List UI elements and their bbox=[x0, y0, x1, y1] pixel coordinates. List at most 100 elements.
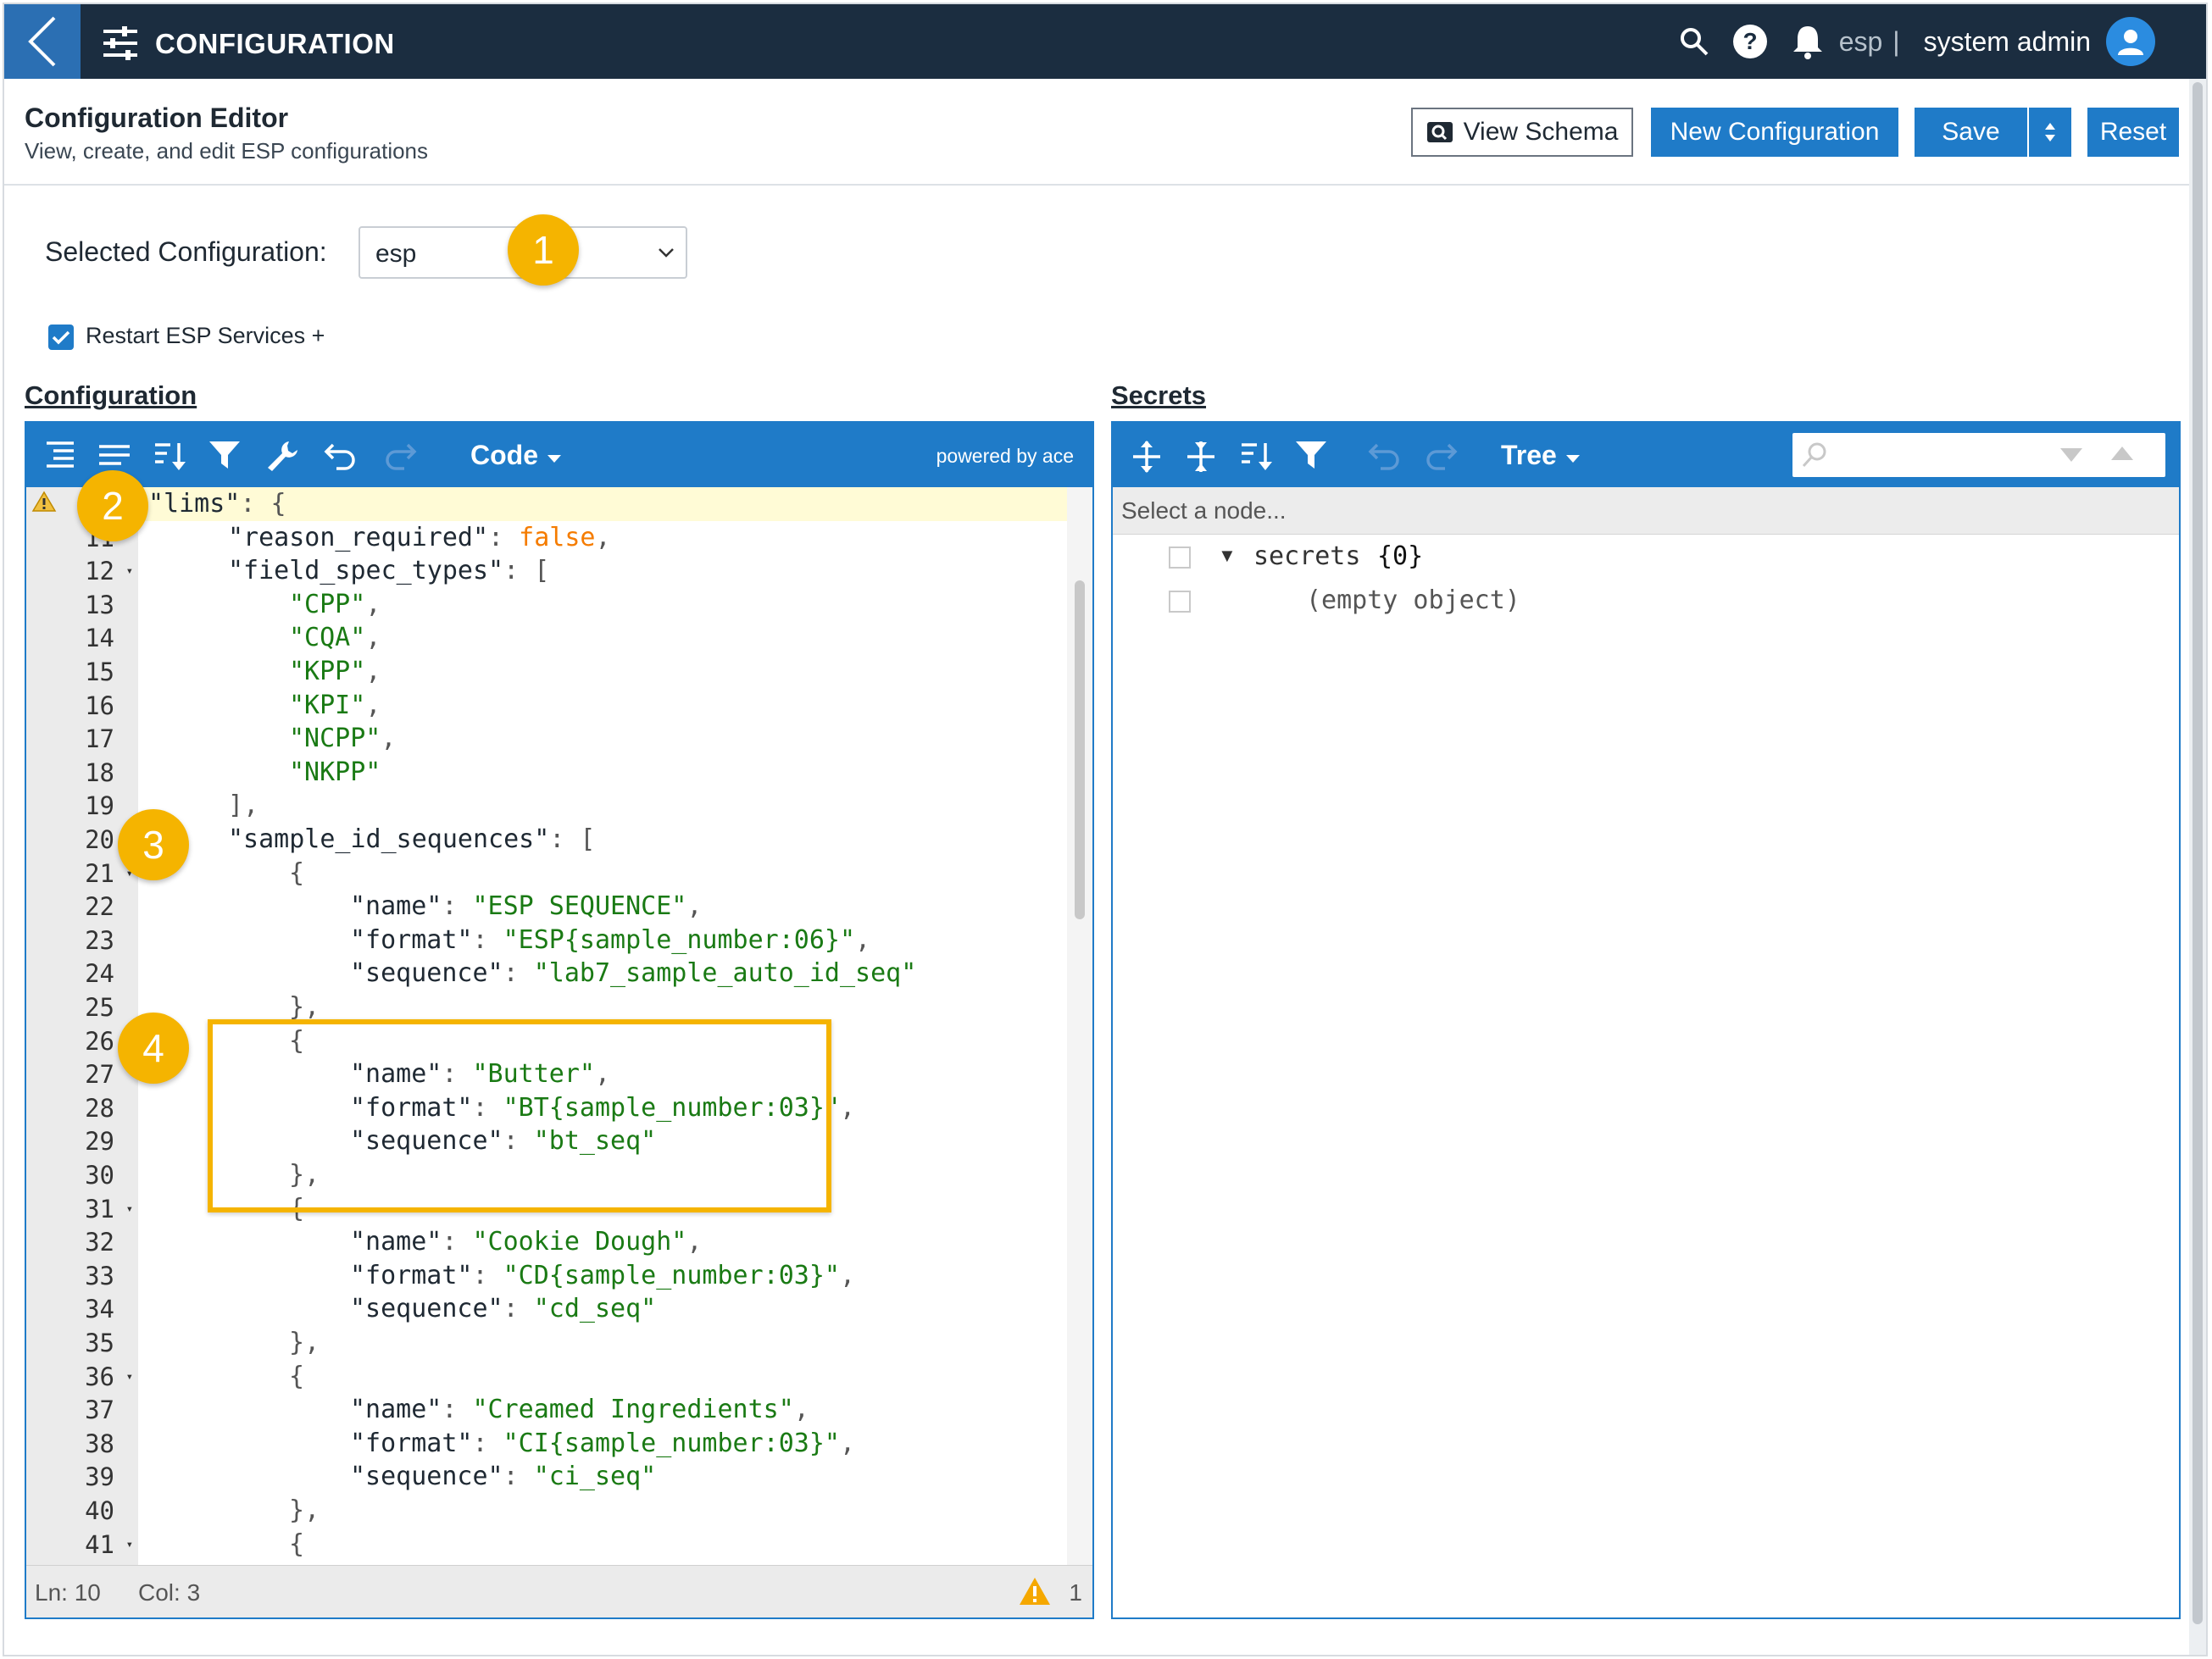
tenant-label[interactable]: esp bbox=[1839, 26, 1883, 58]
page-scrollbar-thumb[interactable] bbox=[2193, 82, 2203, 1624]
code-line[interactable]: "reason_required": false, bbox=[138, 521, 1067, 555]
tree-node-count: {0} bbox=[1377, 541, 1424, 571]
code-text: "CQA", bbox=[289, 623, 381, 653]
drag-handle[interactable] bbox=[1169, 547, 1191, 569]
line-number: 32 bbox=[85, 1228, 114, 1257]
undo-icon[interactable] bbox=[323, 440, 360, 472]
save-options-button[interactable] bbox=[2029, 108, 2071, 157]
code-line[interactable]: "CPP", bbox=[138, 588, 1067, 622]
line-number: 30 bbox=[85, 1161, 114, 1190]
line-number: 15 bbox=[85, 657, 114, 686]
expand-all-icon[interactable] bbox=[1130, 440, 1164, 474]
fold-toggle-icon[interactable]: ▾ bbox=[126, 1360, 133, 1394]
code-line[interactable]: "NCPP", bbox=[138, 722, 1067, 756]
search-next-icon[interactable] bbox=[2059, 447, 2084, 463]
search-icon bbox=[1802, 442, 1826, 468]
collapse-all-icon[interactable] bbox=[1184, 440, 1218, 474]
code-line[interactable]: "format": "ESP{sample_number:06}", bbox=[138, 924, 1067, 957]
code-text: "lims": { bbox=[148, 489, 286, 519]
code-editor-toolbar: Code powered by ace bbox=[26, 423, 1092, 487]
code-line[interactable]: "name": "Cookie Dough", bbox=[138, 1225, 1067, 1259]
save-button[interactable]: Save bbox=[1915, 108, 2027, 157]
line-number: 13 bbox=[85, 590, 114, 619]
code-line[interactable]: "sample_id_sequences": [ bbox=[138, 823, 1067, 857]
code-text: "format": "ESP{sample_number:06}", bbox=[350, 924, 871, 955]
line-number: 20 bbox=[85, 825, 114, 854]
code-line[interactable]: "CQA", bbox=[138, 621, 1067, 655]
code-scrollbar[interactable] bbox=[1067, 487, 1092, 1565]
tree-node-key[interactable]: secrets bbox=[1253, 541, 1360, 571]
warning-icon bbox=[31, 491, 57, 512]
tree-node-secrets[interactable]: ▼ secrets {0} bbox=[1113, 536, 2179, 580]
code-line[interactable]: "name": "ESP SEQUENCE", bbox=[138, 890, 1067, 924]
code-line[interactable]: }, bbox=[138, 1494, 1067, 1528]
code-line[interactable]: }, bbox=[138, 1326, 1067, 1360]
code-line[interactable]: { bbox=[138, 857, 1067, 891]
line-number: 18 bbox=[85, 757, 114, 787]
search-icon[interactable] bbox=[1680, 27, 1709, 56]
view-schema-button[interactable]: View Schema bbox=[1411, 108, 1633, 157]
fold-toggle-icon[interactable]: ▾ bbox=[126, 554, 133, 588]
warning-icon[interactable] bbox=[1018, 1576, 1052, 1606]
code-text: "format": "CI{sample_number:03}", bbox=[350, 1428, 856, 1458]
line-number: 12 bbox=[85, 557, 114, 586]
drag-handle[interactable] bbox=[1169, 591, 1191, 613]
warning-count[interactable]: 1 bbox=[1069, 1579, 1082, 1606]
help-icon[interactable]: ? bbox=[1732, 24, 1768, 59]
line-number: 22 bbox=[85, 892, 114, 922]
filter-icon[interactable] bbox=[208, 440, 242, 472]
code-text: "sequence": "lab7_sample_auto_id_seq" bbox=[350, 958, 917, 989]
fold-toggle-icon[interactable]: ▾ bbox=[126, 1192, 133, 1226]
code-line[interactable]: "name": "Creamed Ingredients", bbox=[138, 1393, 1067, 1427]
code-line[interactable]: "format": "CD{sample_number:03}", bbox=[138, 1259, 1067, 1293]
code-text: "reason_required": false, bbox=[228, 522, 611, 552]
wrench-icon[interactable] bbox=[265, 440, 299, 472]
avatar[interactable] bbox=[2106, 17, 2155, 66]
tree-search-input[interactable] bbox=[1792, 433, 2165, 477]
code-text: "NKPP" bbox=[289, 757, 381, 787]
reset-button[interactable]: Reset bbox=[2087, 108, 2179, 157]
new-configuration-button[interactable]: New Configuration bbox=[1651, 108, 1898, 157]
code-line[interactable]: "format": "CI{sample_number:03}", bbox=[138, 1427, 1067, 1461]
line-number: 37 bbox=[85, 1395, 114, 1425]
callout-4: 4 bbox=[118, 1013, 189, 1084]
code-text: "name": "Creamed Ingredients", bbox=[350, 1395, 809, 1425]
undo-icon[interactable] bbox=[1367, 440, 1404, 472]
top-bar: CONFIGURATION ? esp | system admin bbox=[4, 4, 2206, 79]
code-scrollbar-thumb[interactable] bbox=[1075, 580, 1085, 919]
code-line[interactable]: { bbox=[138, 1360, 1067, 1394]
code-line[interactable]: "lims": { bbox=[138, 487, 1067, 521]
code-line[interactable]: "KPP", bbox=[138, 655, 1067, 689]
fold-toggle-icon[interactable]: ▾ bbox=[126, 1528, 133, 1562]
compact-icon[interactable] bbox=[97, 440, 131, 470]
tree-mode-dropdown[interactable]: Tree bbox=[1501, 440, 1581, 471]
bell-icon[interactable] bbox=[1792, 24, 1824, 59]
restart-services-checkbox[interactable] bbox=[48, 325, 74, 350]
filter-icon[interactable] bbox=[1294, 440, 1328, 472]
code-line[interactable]: "sequence": "ci_seq" bbox=[138, 1460, 1067, 1494]
configuration-section-label: Configuration bbox=[25, 380, 197, 410]
code-line[interactable]: "KPI", bbox=[138, 689, 1067, 723]
powered-by-ace[interactable]: powered by ace bbox=[936, 445, 1074, 468]
code-text: { bbox=[289, 1529, 305, 1559]
back-button[interactable] bbox=[4, 4, 81, 79]
code-line[interactable]: "sequence": "cd_seq" bbox=[138, 1292, 1067, 1326]
code-line[interactable]: "sequence": "lab7_sample_auto_id_seq" bbox=[138, 957, 1067, 990]
expand-toggle[interactable]: ▼ bbox=[1218, 545, 1237, 567]
code-line[interactable]: "field_spec_types": [ bbox=[138, 554, 1067, 588]
line-number: 31 bbox=[85, 1194, 114, 1223]
sort-icon[interactable] bbox=[153, 440, 187, 472]
search-previous-icon[interactable] bbox=[2109, 445, 2135, 462]
format-icon[interactable] bbox=[43, 440, 77, 470]
line-number: 27 bbox=[85, 1060, 114, 1090]
code-line[interactable]: "NKPP" bbox=[138, 756, 1067, 790]
redo-icon[interactable] bbox=[1421, 440, 1459, 472]
line-number: 25 bbox=[85, 993, 114, 1022]
restart-services-label[interactable]: Restart ESP Services + bbox=[86, 323, 325, 349]
code-mode-dropdown[interactable]: Code bbox=[470, 440, 563, 471]
redo-icon[interactable] bbox=[381, 440, 418, 472]
code-line[interactable]: ], bbox=[138, 789, 1067, 823]
code-line[interactable]: { bbox=[138, 1528, 1067, 1562]
sort-icon[interactable] bbox=[1240, 440, 1274, 472]
user-name[interactable]: system admin bbox=[1924, 26, 2091, 58]
